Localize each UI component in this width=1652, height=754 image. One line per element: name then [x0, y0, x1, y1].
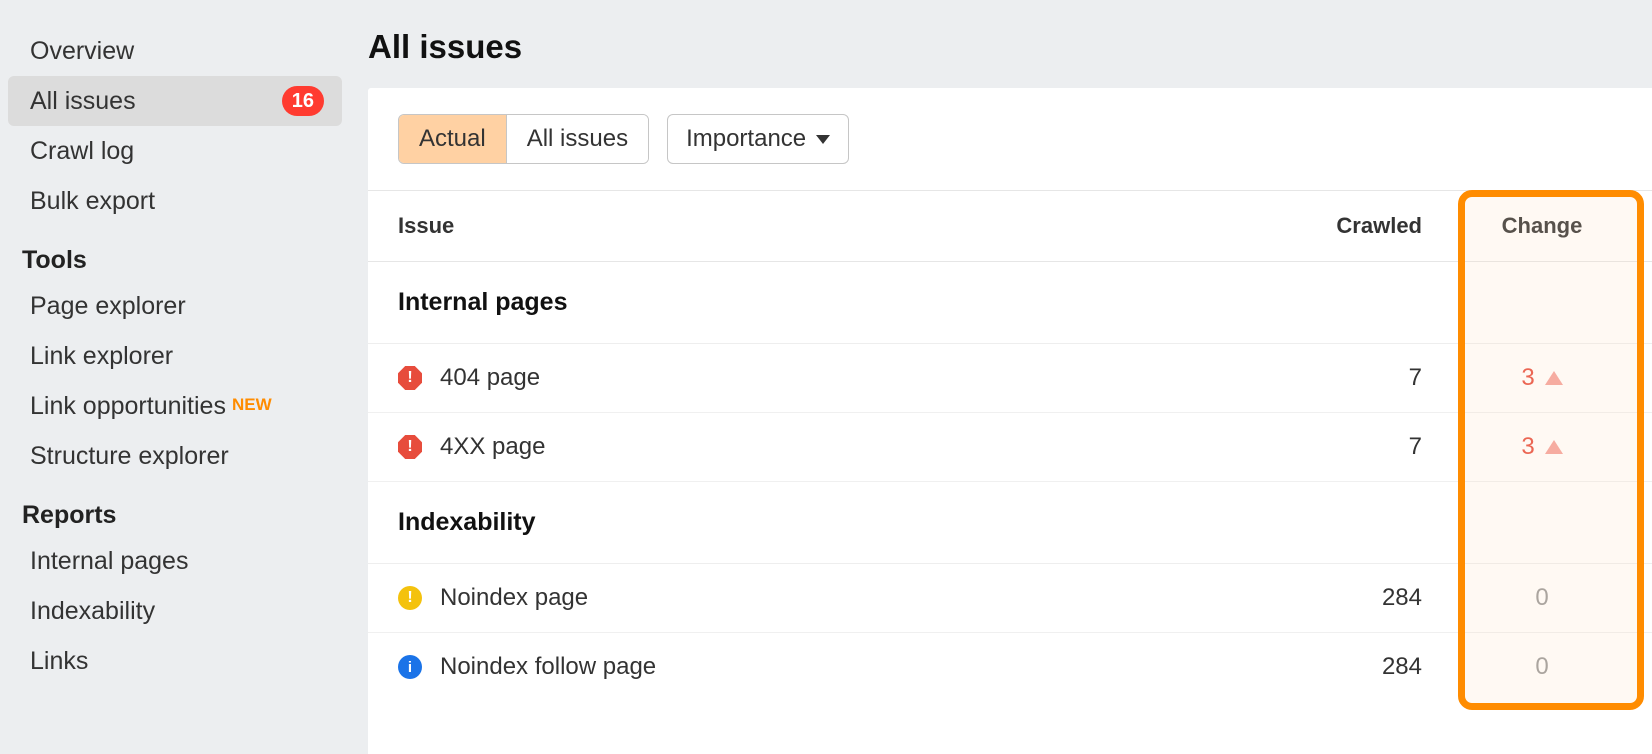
sidebar-item-label: Link opportunities — [30, 392, 226, 421]
issue-name: 404 page — [440, 364, 540, 392]
warning-icon: ! — [398, 586, 422, 610]
view-actual-button[interactable]: Actual — [399, 115, 507, 163]
sidebar-item-label: Crawl log — [30, 137, 134, 166]
importance-dropdown[interactable]: Importance — [667, 114, 849, 164]
sidebar-item-all-issues[interactable]: All issues 16 — [8, 76, 342, 126]
issue-name: 4XX page — [440, 433, 545, 461]
issues-table: Issue Crawled Change Internal pages ! 40… — [368, 190, 1652, 701]
sidebar-item-label: Internal pages — [30, 547, 188, 576]
change-value: 0 — [1422, 653, 1622, 681]
info-icon: i — [398, 655, 422, 679]
group-title: Indexability — [398, 508, 1242, 537]
th-issue: Issue — [398, 213, 1242, 239]
sidebar-section-tools: Tools — [0, 226, 350, 281]
th-change: Change — [1422, 213, 1622, 239]
group-header-indexability: Indexability — [368, 482, 1652, 564]
table-row[interactable]: ! Noindex page 284 0 — [368, 564, 1652, 633]
issue-name: Noindex follow page — [440, 653, 656, 681]
group-title: Internal pages — [398, 288, 1242, 317]
crawled-value: 7 — [1242, 433, 1422, 461]
issues-table-wrap: Issue Crawled Change Internal pages ! 40… — [368, 190, 1652, 701]
main-content: All issues Actual All issues Importance … — [350, 0, 1652, 754]
view-toggle: Actual All issues — [398, 114, 649, 164]
sidebar-item-bulk-export[interactable]: Bulk export — [8, 176, 342, 226]
toolbar: Actual All issues Importance — [368, 88, 1652, 190]
sidebar-item-structure-explorer[interactable]: Structure explorer — [8, 431, 342, 481]
trend-up-icon — [1545, 440, 1563, 454]
trend-up-icon — [1545, 371, 1563, 385]
table-header: Issue Crawled Change — [368, 190, 1652, 262]
sidebar-item-link-explorer[interactable]: Link explorer — [8, 331, 342, 381]
view-all-issues-button[interactable]: All issues — [507, 115, 648, 163]
sidebar-section-reports: Reports — [0, 481, 350, 536]
change-value: 0 — [1422, 584, 1622, 612]
crawled-value: 284 — [1242, 584, 1422, 612]
sidebar-item-internal-pages[interactable]: Internal pages — [8, 536, 342, 586]
sidebar-item-link-opportunities[interactable]: Link opportunities NEW — [8, 381, 342, 431]
sidebar-item-overview[interactable]: Overview — [8, 26, 342, 76]
sidebar-item-label: Overview — [30, 37, 134, 66]
sidebar-item-label: Structure explorer — [30, 442, 229, 471]
sidebar: Overview All issues 16 Crawl log Bulk ex… — [0, 0, 350, 754]
table-row[interactable]: i Noindex follow page 284 0 — [368, 633, 1652, 701]
sidebar-item-label: Page explorer — [30, 292, 186, 321]
sidebar-item-label: Links — [30, 647, 88, 676]
dropdown-label: Importance — [686, 125, 806, 153]
sidebar-item-indexability[interactable]: Indexability — [8, 586, 342, 636]
sidebar-item-page-explorer[interactable]: Page explorer — [8, 281, 342, 331]
error-icon: ! — [398, 435, 422, 459]
sidebar-item-label: Indexability — [30, 597, 155, 626]
th-crawled: Crawled — [1242, 213, 1422, 239]
issues-count-badge: 16 — [282, 86, 324, 116]
table-row[interactable]: ! 404 page 7 3 — [368, 344, 1652, 413]
issue-name: Noindex page — [440, 584, 588, 612]
sidebar-item-label: Link explorer — [30, 342, 173, 371]
new-tag: NEW — [232, 395, 272, 415]
sidebar-item-links[interactable]: Links — [8, 636, 342, 686]
error-icon: ! — [398, 366, 422, 390]
sidebar-item-label: Bulk export — [30, 187, 155, 216]
change-value: 3 — [1422, 433, 1622, 461]
sidebar-item-label: All issues — [30, 87, 136, 116]
table-row[interactable]: ! 4XX page 7 3 — [368, 413, 1652, 482]
group-header-internal-pages: Internal pages — [368, 262, 1652, 344]
issues-panel: Actual All issues Importance Issue Crawl… — [368, 88, 1652, 754]
crawled-value: 7 — [1242, 364, 1422, 392]
change-value: 3 — [1422, 364, 1622, 392]
sidebar-item-crawl-log[interactable]: Crawl log — [8, 126, 342, 176]
chevron-down-icon — [816, 135, 830, 144]
crawled-value: 284 — [1242, 653, 1422, 681]
page-title: All issues — [368, 28, 1652, 66]
